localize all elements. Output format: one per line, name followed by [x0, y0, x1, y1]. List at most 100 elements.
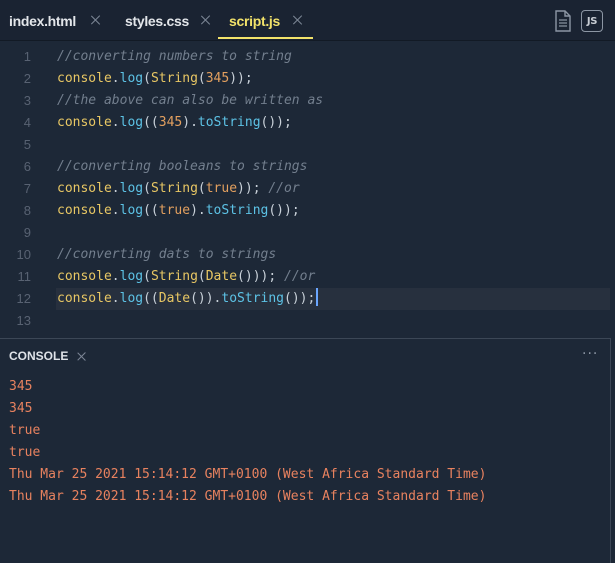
token-punc: .: [111, 71, 120, 86]
code-line[interactable]: 8 console.log((true).toString());: [0, 200, 615, 222]
token-kw: true: [158, 203, 191, 218]
token-comment: //or: [268, 181, 300, 196]
tab-label: styles.css: [125, 12, 189, 29]
console-output-line: 345: [9, 379, 33, 394]
close-icon[interactable]: [200, 14, 212, 26]
line-number: 3: [23, 93, 31, 108]
line-number: 12: [16, 291, 31, 306]
token-obj: console: [57, 203, 112, 218]
token-fn: log: [119, 71, 144, 86]
token-punc: ));: [229, 71, 253, 86]
console-output-line: 345: [9, 401, 33, 416]
token-punc: (: [197, 71, 206, 86]
code-line[interactable]: 2 console.log(String(345));: [0, 68, 615, 90]
code-text: //the above can also be written as: [57, 90, 323, 112]
console-output-line: true: [9, 423, 41, 438]
line-number: 6: [23, 159, 31, 174]
token-punc: ));: [237, 181, 261, 196]
token-obj: console: [57, 71, 112, 86]
line-number: 1: [23, 49, 31, 64]
token-obj: console: [57, 269, 112, 284]
tab-label: index.html: [9, 12, 77, 29]
tab-script-js[interactable]: script.js: [229, 0, 280, 41]
token-punc: (: [197, 269, 206, 284]
token-fn: log: [119, 203, 144, 218]
token-punc: ()).: [190, 291, 222, 306]
token-fn: log: [119, 291, 144, 306]
token-comment: //converting numbers to string: [57, 49, 292, 64]
token-fn: log: [119, 181, 144, 196]
token-comment: //or: [284, 269, 316, 284]
code-text: //converting numbers to string: [57, 46, 292, 68]
more-options-icon[interactable]: ···: [582, 347, 600, 361]
tab-styles-css[interactable]: styles.css: [125, 0, 189, 41]
active-tab-indicator: [218, 37, 313, 39]
code-text: console.log(String(Date())); //or: [57, 266, 315, 288]
token-punc: ());: [268, 203, 300, 218]
token-obj: Date: [158, 291, 191, 306]
tab-index-html[interactable]: index.html: [9, 0, 76, 41]
code-line[interactable]: 12 console.log((Date()).toString());: [0, 288, 615, 310]
code-text: console.log((Date()).toString());: [57, 288, 319, 310]
token-obj: console: [57, 115, 112, 130]
token-punc: ());: [260, 115, 292, 130]
line-number: 10: [16, 247, 31, 262]
code-line[interactable]: 6 //converting booleans to strings: [0, 156, 615, 178]
code-line[interactable]: 1 //converting numbers to string: [0, 46, 615, 68]
token-fn: toString: [221, 291, 285, 306]
token-punc: (: [143, 181, 151, 196]
code-line[interactable]: 4 console.log((345).toString());: [0, 112, 615, 134]
token-fn: log: [119, 115, 144, 130]
token-punc: [276, 269, 284, 284]
close-icon[interactable]: [90, 14, 102, 26]
code-line[interactable]: 7 console.log(String(true)); //or: [0, 178, 615, 200]
token-num: 345: [158, 115, 183, 130]
console-title: CONSOLE: [9, 349, 69, 363]
code-editor[interactable]: 1 //converting numbers to string 2 console.…: [0, 42, 615, 333]
token-num: 345: [205, 71, 230, 86]
close-icon[interactable]: [292, 14, 304, 26]
token-obj: console: [57, 291, 112, 306]
token-obj: Date: [205, 269, 238, 284]
code-text: console.log(String(true)); //or: [57, 178, 300, 200]
token-punc: ((: [143, 291, 159, 306]
console-output-line: Thu Mar 25 2021 15:14:12 GMT+0100 (West …: [9, 489, 487, 504]
token-punc: ((: [143, 203, 159, 218]
document-icon[interactable]: [552, 10, 574, 32]
code-text: //converting booleans to strings: [57, 156, 307, 178]
token-obj: String: [150, 269, 198, 284]
token-punc: (: [197, 181, 206, 196]
js-console-toggle-button[interactable]: JS: [581, 10, 603, 32]
code-line[interactable]: 9: [0, 222, 615, 244]
code-line[interactable]: 5: [0, 134, 615, 156]
line-number: 8: [23, 203, 31, 218]
line-number: 13: [16, 313, 31, 328]
code-line[interactable]: 11 console.log(String(Date())); //or: [0, 266, 615, 288]
token-punc: ((: [143, 115, 159, 130]
token-punc: ).: [190, 203, 206, 218]
token-obj: String: [150, 71, 198, 86]
token-punc: .: [111, 291, 120, 306]
line-number: 5: [23, 137, 31, 152]
token-comment: //converting booleans to strings: [57, 159, 308, 174]
console-output-line: Thu Mar 25 2021 15:14:12 GMT+0100 (West …: [9, 467, 487, 482]
code-line[interactable]: 10 //converting dats to strings: [0, 244, 615, 266]
token-punc: .: [111, 181, 120, 196]
token-kw: true: [205, 181, 238, 196]
js-badge: JS: [586, 15, 598, 27]
text-cursor: [316, 288, 319, 306]
console-panel: CONSOLE ··· 345 345 true true Thu Mar 25 202…: [0, 338, 611, 563]
line-number: 4: [23, 115, 31, 130]
token-comment: //the above can also be written as: [57, 93, 324, 108]
line-number: 2: [23, 71, 31, 86]
editor-tab-bar: index.html styles.css script.js JS: [0, 0, 615, 41]
line-number: 7: [23, 181, 31, 196]
tab-label: script.js: [229, 12, 280, 29]
close-icon[interactable]: [76, 351, 87, 362]
token-punc: (: [143, 269, 151, 284]
token-punc: .: [111, 203, 120, 218]
code-text: console.log((345).toString());: [57, 112, 292, 134]
code-line[interactable]: 13: [0, 310, 615, 332]
line-number: 11: [17, 269, 32, 284]
code-line[interactable]: 3 //the above can also be written as: [0, 90, 615, 112]
